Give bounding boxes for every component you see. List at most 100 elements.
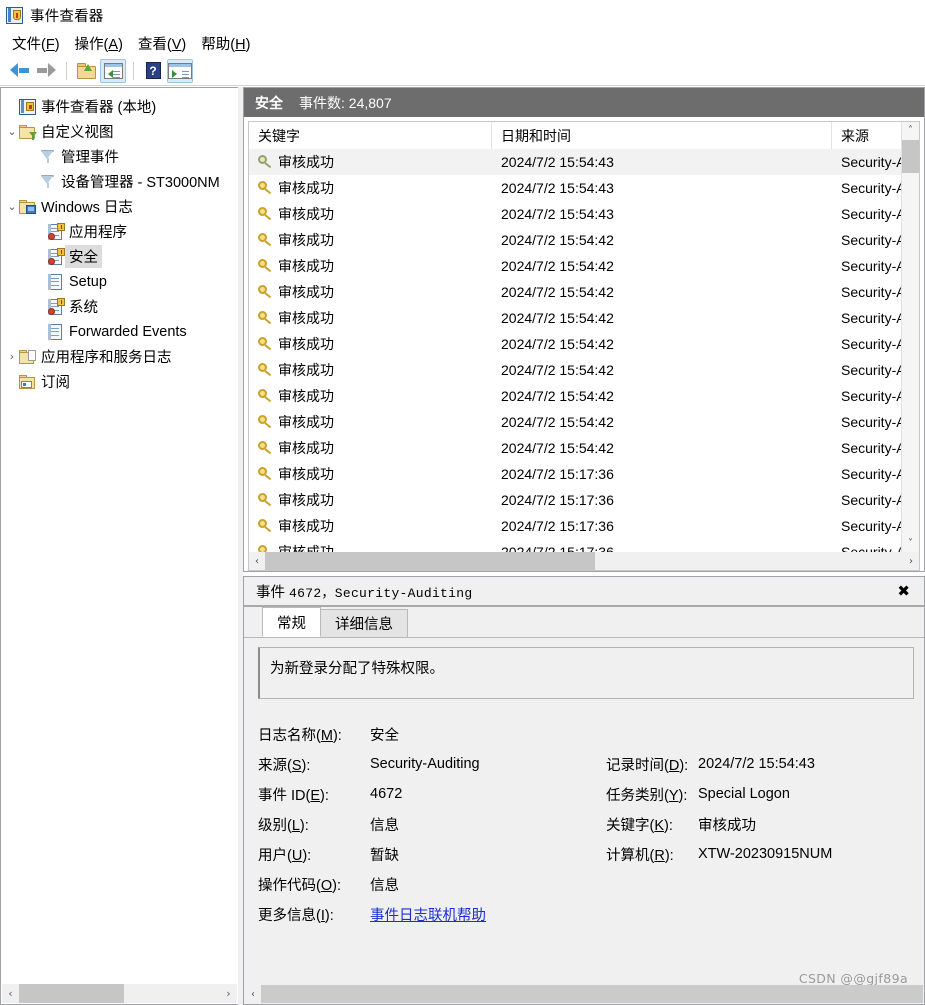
menu-item-action[interactable]: 操作(A) (71, 31, 134, 56)
help-button[interactable]: ? (140, 59, 166, 83)
sidebar-item-event-viewer-local[interactable]: 事件查看器 (本地) (1, 94, 238, 119)
table-row[interactable]: 审核成功 2024/7/2 15:17:36 Security-A (249, 487, 919, 513)
field-label: 级别(L): (258, 817, 309, 834)
event-grid: 关键字 日期和时间 来源 审核成功 2024/7/2 15:54:43 Secu… (249, 122, 919, 570)
sidebar-item-applications-and-services-logs[interactable]: › 应用程序和服务日志 (1, 344, 238, 369)
table-row[interactable]: 审核成功 2024/7/2 15:54:42 Security-A (249, 435, 919, 461)
scroll-right-arrow-icon[interactable]: › (903, 556, 919, 567)
subscriptions-icon (19, 374, 36, 390)
field-value: XTW-20230915NUM (698, 846, 833, 862)
sidebar-item-security[interactable]: 安全 (1, 244, 238, 269)
column-header-keywords[interactable]: 关键字 (249, 122, 492, 149)
field-value: Security-Auditing (370, 756, 480, 772)
table-row[interactable]: 审核成功 2024/7/2 15:54:42 Security-A (249, 409, 919, 435)
cell-datetime: 2024/7/2 15:54:42 (501, 388, 614, 404)
detail-horizontal-scrollbar[interactable]: ‹ (245, 985, 923, 1003)
cell-datetime: 2024/7/2 15:54:42 (501, 414, 614, 430)
audit-success-key-icon (258, 389, 273, 403)
column-header-datetime[interactable]: 日期和时间 (492, 122, 832, 149)
menu-item-help[interactable]: 帮助(H) (197, 31, 261, 56)
event-list-vertical-scrollbar[interactable]: ˄ ˅ (901, 122, 919, 552)
sidebar-horizontal-scrollbar[interactable]: ‹ › (2, 984, 237, 1003)
table-row[interactable]: 审核成功 2024/7/2 15:17:36 Security-A (249, 461, 919, 487)
event-log-online-help-link[interactable]: 事件日志联机帮助 (370, 904, 486, 925)
sidebar-item-subscriptions[interactable]: 订阅 (1, 369, 238, 394)
close-icon[interactable]: ✖ (893, 582, 914, 600)
menu-bar: 文件(F) 操作(A) 查看(V) 帮助(H) (0, 30, 925, 56)
event-message: 为新登录分配了特殊权限。 (258, 647, 914, 699)
sidebar-item-label: 订阅 (41, 375, 70, 391)
cell-datetime: 2024/7/2 15:54:42 (501, 440, 614, 456)
field-label: 日志名称(M): (258, 727, 342, 744)
table-row[interactable]: 审核成功 2024/7/2 15:54:42 Security-A (249, 383, 919, 409)
scroll-right-arrow-icon[interactable]: › (220, 987, 237, 1000)
show-hide-console-tree-button[interactable] (100, 58, 126, 83)
chevron-down-icon[interactable]: ⌄ (5, 125, 19, 138)
sidebar-item-label: 设备管理器 - ST3000NM (61, 175, 220, 191)
event-list-horizontal-scrollbar[interactable]: ‹ › (249, 552, 919, 570)
horizontal-scroll-track[interactable] (265, 552, 903, 570)
tab-general[interactable]: 常规 (262, 607, 321, 637)
sidebar-item-application[interactable]: 应用程序 (1, 219, 238, 244)
table-row[interactable]: 审核成功 2024/7/2 15:54:42 Security-A (249, 357, 919, 383)
back-button[interactable] (6, 59, 32, 83)
vertical-scroll-thumb[interactable] (902, 140, 919, 173)
forward-button[interactable] (33, 59, 59, 83)
sidebar-item-windows-logs[interactable]: ⌄ Windows 日志 (1, 194, 238, 219)
up-one-level-button[interactable] (73, 59, 99, 83)
audit-success-key-icon (258, 311, 273, 325)
cell-keywords: 审核成功 (249, 435, 492, 461)
event-viewer-window: 事件查看器 文件(F) 操作(A) 查看(V) 帮助(H) ? 事件查看器 (本… (0, 0, 925, 1005)
table-row[interactable]: 审核成功 2024/7/2 15:54:42 Security-A (249, 279, 919, 305)
table-row[interactable]: 审核成功 2024/7/2 15:54:42 Security-A (249, 253, 919, 279)
cell-datetime: 2024/7/2 15:54:42 (501, 362, 614, 378)
scroll-up-arrow-icon[interactable]: ˄ (902, 122, 919, 139)
field-opcode: 操作代码(O): 信息 (258, 869, 914, 899)
cell-keywords: 审核成功 (249, 383, 492, 409)
sidebar-scroll-track[interactable] (19, 984, 220, 1003)
table-row[interactable]: 审核成功 2024/7/2 15:54:42 Security-A (249, 331, 919, 357)
cell-datetime: 2024/7/2 15:54:42 (501, 284, 614, 300)
menu-item-view[interactable]: 查看(V) (134, 31, 197, 56)
detail-scroll-track[interactable] (261, 985, 923, 1003)
sidebar-item-setup[interactable]: Setup (1, 269, 238, 294)
field-label: 用户(U): (258, 847, 312, 864)
table-row[interactable]: 审核成功 2024/7/2 15:54:42 Security-A (249, 227, 919, 253)
keyword-text: 审核成功 (278, 310, 334, 326)
sidebar-item-system[interactable]: 系统 (1, 294, 238, 319)
scroll-left-arrow-icon[interactable]: ‹ (245, 989, 261, 1000)
window-title-bar: 事件查看器 (0, 0, 925, 30)
menu-item-file[interactable]: 文件(F) (8, 31, 71, 56)
sidebar-item-custom-views[interactable]: ⌄ 自定义视图 (1, 119, 238, 144)
cell-keywords: 审核成功 (249, 149, 492, 175)
event-grid-container: 关键字 日期和时间 来源 审核成功 2024/7/2 15:54:43 Secu… (248, 121, 920, 571)
show-hide-action-pane-button[interactable] (167, 58, 193, 83)
cell-keywords: 审核成功 (249, 175, 492, 201)
sidebar-scroll-thumb[interactable] (19, 984, 124, 1003)
table-row[interactable]: 审核成功 2024/7/2 15:54:43 Security-A (249, 149, 919, 175)
table-row[interactable]: 审核成功 2024/7/2 15:54:43 Security-A (249, 201, 919, 227)
field-computer: 计算机(R): XTW-20230915NUM (606, 839, 832, 869)
keyword-text: 审核成功 (278, 284, 334, 300)
chevron-right-icon[interactable]: › (5, 350, 19, 363)
keyword-text: 审核成功 (278, 232, 334, 248)
scroll-down-arrow-icon[interactable]: ˅ (902, 535, 919, 552)
log-plain-icon (47, 323, 64, 340)
table-row[interactable]: 审核成功 2024/7/2 15:54:43 Security-A (249, 175, 919, 201)
keyword-text: 审核成功 (278, 362, 334, 378)
table-row[interactable]: 审核成功 2024/7/2 15:54:42 Security-A (249, 305, 919, 331)
cell-datetime: 2024/7/2 15:54:42 (501, 258, 614, 274)
tab-details[interactable]: 详细信息 (320, 609, 408, 637)
horizontal-scroll-thumb[interactable] (265, 552, 595, 570)
table-row[interactable]: 审核成功 2024/7/2 15:17:36 Security-A (249, 513, 919, 539)
sidebar-item-device-manager-view[interactable]: 设备管理器 - ST3000NM (1, 169, 238, 194)
detail-scroll-thumb[interactable] (261, 985, 923, 1003)
sidebar-item-forwarded-events[interactable]: Forwarded Events (1, 319, 238, 344)
field-label: 事件 ID(E): (258, 787, 329, 804)
sidebar-item-admin-events[interactable]: 管理事件 (1, 144, 238, 169)
field-label: 任务类别(Y): (606, 787, 688, 804)
event-rows: 审核成功 2024/7/2 15:54:43 Security-A 审核成功 2… (249, 149, 919, 570)
scroll-left-arrow-icon[interactable]: ‹ (2, 987, 19, 1000)
scroll-left-arrow-icon[interactable]: ‹ (249, 556, 265, 567)
chevron-down-icon[interactable]: ⌄ (5, 200, 19, 213)
